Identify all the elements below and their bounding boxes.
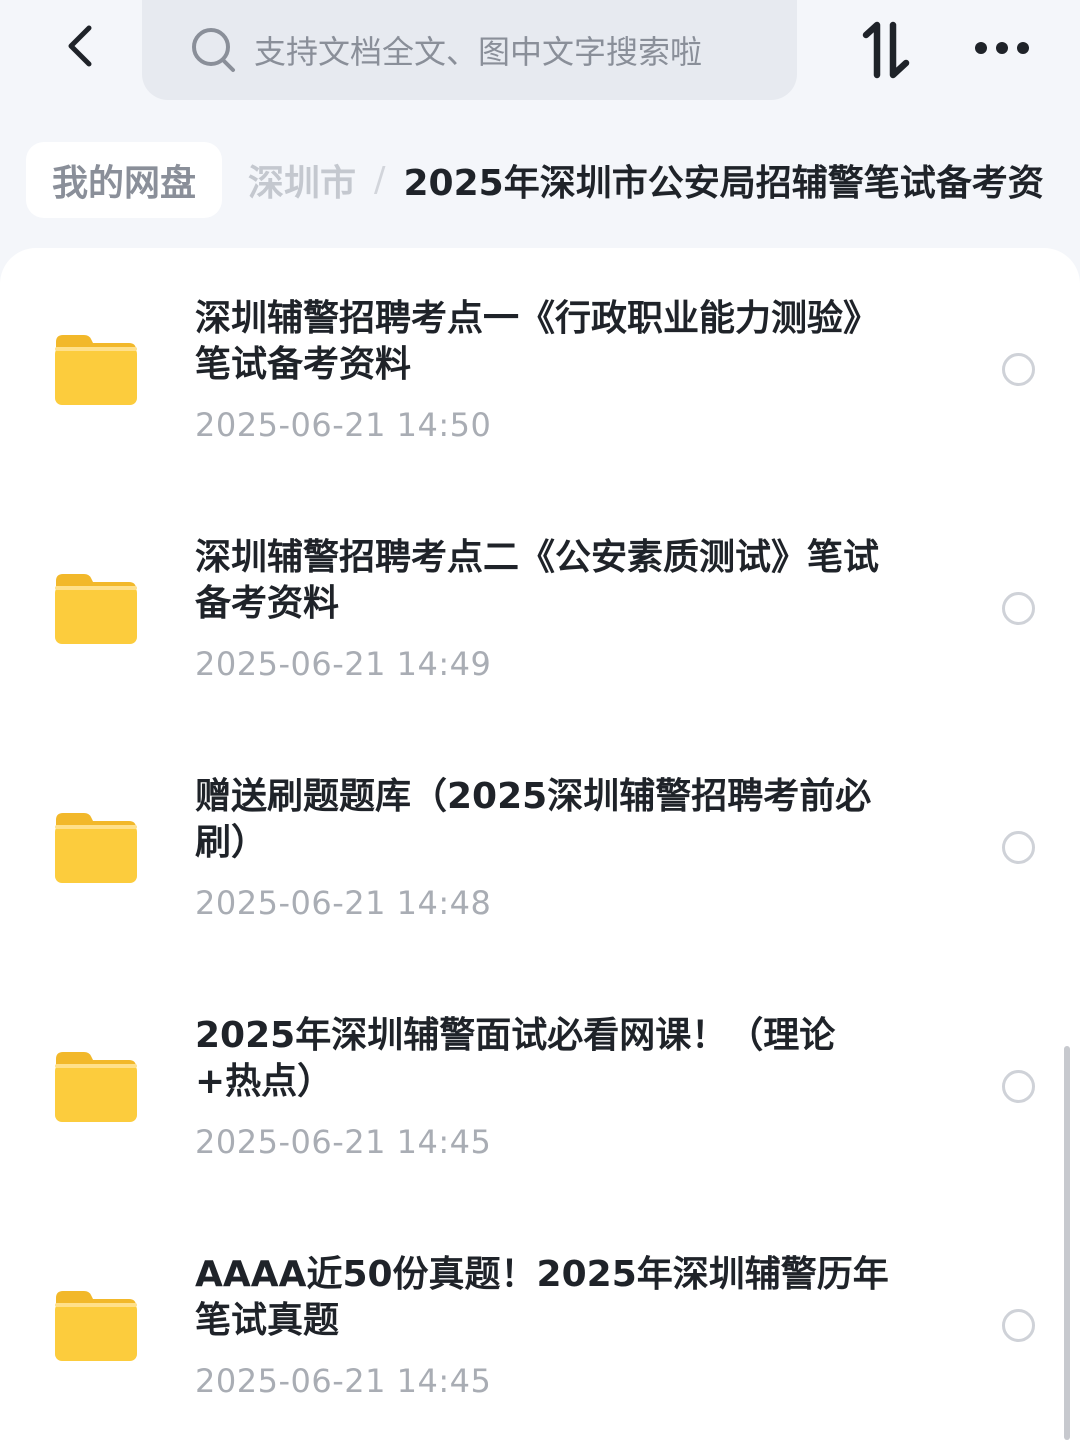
back-button[interactable] [52, 18, 108, 74]
file-time: 2025-06-21 14:49 [195, 645, 492, 683]
sort-button[interactable] [858, 18, 914, 82]
file-time: 2025-06-21 14:45 [195, 1123, 492, 1161]
breadcrumb-current: 2025年深圳市公安局招辅警笔试备考资 [403, 163, 1044, 204]
more-icon [975, 42, 1029, 54]
breadcrumb-root[interactable]: 我的网盘 [26, 142, 223, 218]
breadcrumb: 我的网盘 深圳市 / 2025年深圳市公安局招辅警笔试备考资 [0, 140, 1080, 220]
file-list: 深圳辅警招聘考点一《行政职业能力测验》笔试备考资料 2025-06-21 14:… [0, 248, 1080, 1440]
file-name: AAAA近50份真题！2025年深圳辅警历年笔试真题 [195, 1254, 889, 1341]
list-item[interactable]: AAAA近50份真题！2025年深圳辅警历年笔试真题 2025-06-21 14… [0, 1204, 1080, 1440]
list-item[interactable]: 赠送刷题题库（2025深圳辅警招聘考前必刷） 2025-06-21 14:48 [0, 726, 1080, 965]
breadcrumb-separator: / [374, 160, 386, 200]
file-browser-page: 支持文档全文、图中文字搜索啦 我的网盘 深圳市 / 2025年深圳市公安局招辅警… [0, 0, 1080, 1440]
list-item[interactable]: 深圳辅警招聘考点一《行政职业能力测验》笔试备考资料 2025-06-21 14:… [0, 248, 1080, 487]
breadcrumb-parent[interactable]: 深圳市 [248, 154, 356, 206]
file-time: 2025-06-21 14:45 [195, 1362, 492, 1400]
file-name: 深圳辅警招聘考点二《公安素质测试》笔试备考资料 [195, 537, 880, 624]
search-icon [190, 25, 240, 75]
search-input[interactable]: 支持文档全文、图中文字搜索啦 [142, 0, 797, 100]
more-button[interactable] [970, 26, 1034, 70]
folder-icon [55, 1052, 137, 1122]
select-radio[interactable] [1002, 353, 1035, 386]
select-radio[interactable] [1002, 1070, 1035, 1103]
file-time: 2025-06-21 14:48 [195, 884, 492, 922]
select-radio[interactable] [1002, 1309, 1035, 1342]
top-bar: 支持文档全文、图中文字搜索啦 [0, 0, 1080, 110]
folder-icon [55, 1291, 137, 1361]
list-item[interactable]: 2025年深圳辅警面试必看网课！（理论+热点） 2025-06-21 14:45 [0, 965, 1080, 1204]
file-time: 2025-06-21 14:50 [195, 406, 492, 444]
file-name: 2025年深圳辅警面试必看网课！（理论+热点） [195, 1015, 836, 1102]
folder-icon [55, 574, 137, 644]
search-placeholder: 支持文档全文、图中文字搜索啦 [254, 33, 703, 71]
list-item[interactable]: 深圳辅警招聘考点二《公安素质测试》笔试备考资料 2025-06-21 14:49 [0, 487, 1080, 726]
file-name: 深圳辅警招聘考点一《行政职业能力测验》笔试备考资料 [195, 298, 880, 385]
scrollbar[interactable] [1064, 1046, 1070, 1440]
select-radio[interactable] [1002, 831, 1035, 864]
folder-icon [55, 813, 137, 883]
sort-icon [862, 21, 910, 79]
folder-icon [55, 335, 137, 405]
file-name: 赠送刷题题库（2025深圳辅警招聘考前必刷） [195, 776, 872, 863]
select-radio[interactable] [1002, 592, 1035, 625]
chevron-left-icon [68, 25, 92, 67]
